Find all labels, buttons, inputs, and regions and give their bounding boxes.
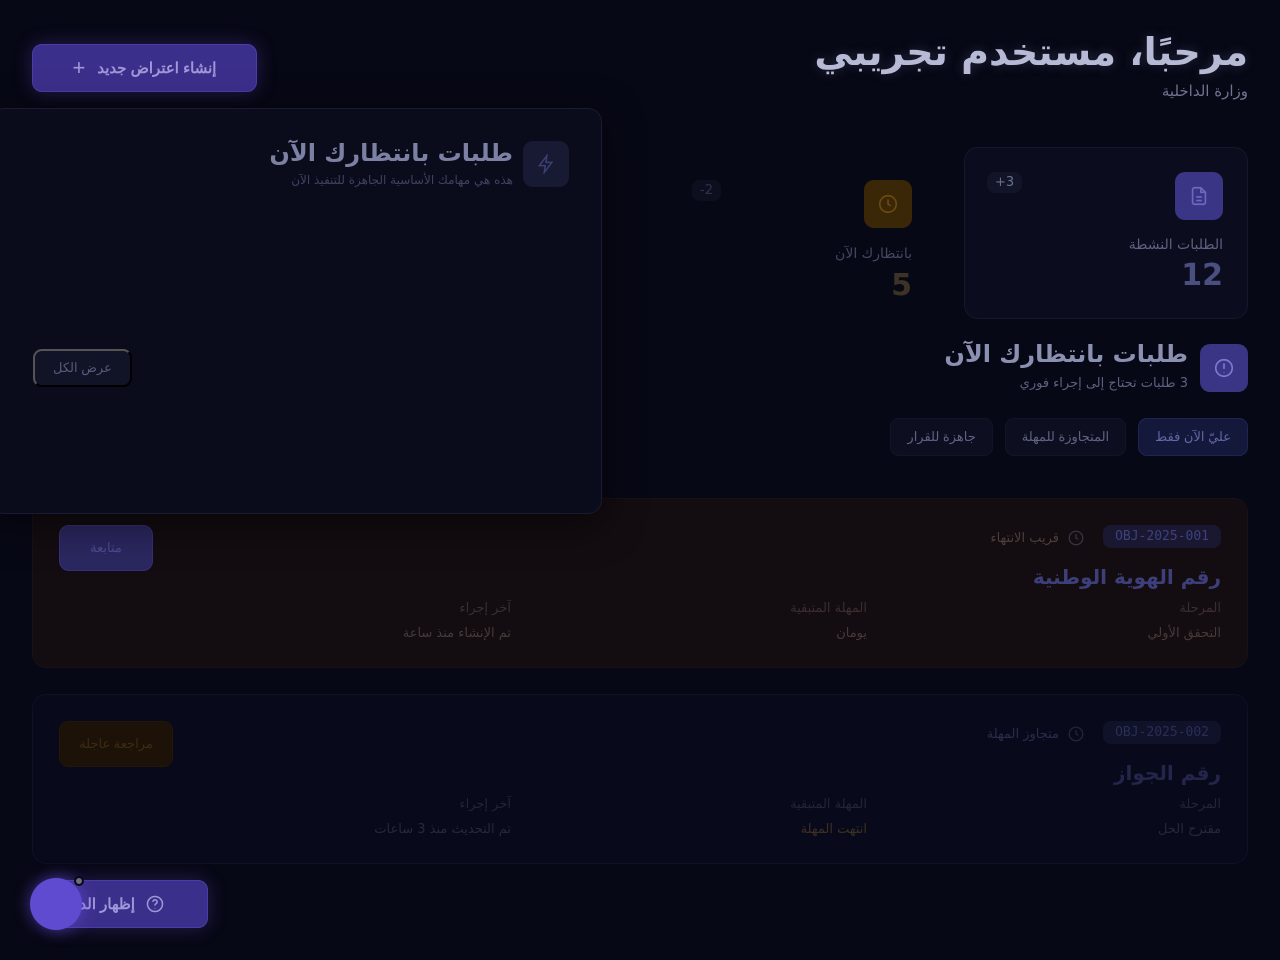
page-title: مرحبًا، مستخدم تجريبي (814, 30, 1248, 74)
filter-ready-decision[interactable]: جاهزة للقرار (890, 418, 993, 456)
popover-subtitle: هذه هي مهامك الأساسية الجاهزة للتنفيذ ال… (291, 173, 513, 187)
clock-icon (1067, 725, 1085, 743)
request-id: OBJ-2025-001 (1103, 525, 1221, 548)
create-button-label: إنشاء اعتراض جديد (97, 60, 217, 77)
stat-label: بانتظارك الآن (835, 246, 912, 262)
create-objection-button[interactable]: إنشاء اعتراض جديد + (32, 44, 257, 92)
popover-title: طلبات بانتظارك الآن (269, 139, 513, 167)
section-subtitle: 3 طلبات تحتاج إلى إجراء فوري (1019, 376, 1188, 391)
request-status: متجاوز المهلة (987, 725, 1085, 743)
filter-bar: عليّ الآن فقط المتجاوزة للمهلة جاهزة للق… (890, 418, 1248, 456)
request-card[interactable]: OBJ-2025-001 قريب الانتهاء رقم الهوية ال… (32, 498, 1248, 668)
stat-card-awaiting[interactable]: 2- بانتظارك الآن 5 (672, 160, 912, 320)
alert-circle-icon (1200, 344, 1248, 392)
field-value-deadline: يومان (836, 626, 867, 641)
stat-trend-badge: 3+ (987, 172, 1023, 193)
view-all-button[interactable]: عرض الكل (33, 349, 132, 387)
field-label-stage: المرحلة (1179, 797, 1221, 812)
field-value-deadline: انتهت المهلة (800, 822, 867, 837)
tour-popover: طلبات بانتظارك الآن هذه هي مهامك الأساسي… (0, 108, 602, 514)
stat-value: 12 (1181, 258, 1223, 293)
document-icon (1175, 172, 1223, 220)
request-status-label: متجاوز المهلة (986, 726, 1059, 742)
request-status-label: قريب الانتهاء (990, 530, 1059, 546)
page-subtitle: وزارة الداخلية (1161, 82, 1248, 100)
field-value-stage: التحقق الأولي (1147, 626, 1221, 641)
clock-icon (1067, 529, 1085, 547)
stat-trend-badge: 2- (692, 180, 721, 201)
stat-card-active[interactable]: 3+ الطلبات النشطة 12 (964, 147, 1248, 319)
notification-dot (74, 876, 84, 886)
field-label-deadline: المهلة المتبقية (790, 601, 867, 616)
field-label-stage: المرحلة (1179, 601, 1221, 616)
stat-label: الطلبات النشطة (1128, 237, 1223, 253)
request-title: رقم الهوية الوطنية (1032, 565, 1221, 589)
bolt-icon (523, 141, 569, 187)
help-circle-icon (145, 894, 165, 914)
app-root: مرحبًا، مستخدم تجريبي وزارة الداخلية إنش… (0, 0, 1280, 960)
field-label-last-action: آخر إجراء (459, 797, 512, 812)
stat-value: 5 (891, 268, 912, 303)
assistant-avatar[interactable] (30, 878, 82, 930)
section-title: طلبات بانتظارك الآن (944, 340, 1188, 368)
urgent-review-button[interactable]: مراجعة عاجلة (59, 721, 173, 767)
request-title: رقم الجواز (1114, 761, 1221, 785)
field-label-last-action: آخر إجراء (459, 601, 512, 616)
filter-mine-now[interactable]: عليّ الآن فقط (1138, 418, 1248, 456)
field-label-deadline: المهلة المتبقية (790, 797, 867, 812)
field-value-last-action: تم الإنشاء منذ ساعة (402, 626, 511, 641)
filter-overdue[interactable]: المتجاوزة للمهلة (1004, 418, 1127, 456)
request-id: OBJ-2025-002 (1103, 721, 1221, 744)
request-card[interactable]: OBJ-2025-002 متجاوز المهلة رقم الجواز ال… (32, 694, 1248, 864)
request-status: قريب الانتهاء (990, 529, 1085, 547)
field-value-last-action: تم التحديث منذ 3 ساعات (374, 822, 511, 837)
plus-icon: + (72, 55, 86, 80)
clock-icon (864, 180, 912, 228)
follow-up-button[interactable]: متابعة (59, 525, 153, 571)
field-value-stage: مقترح الحل (1158, 822, 1221, 837)
